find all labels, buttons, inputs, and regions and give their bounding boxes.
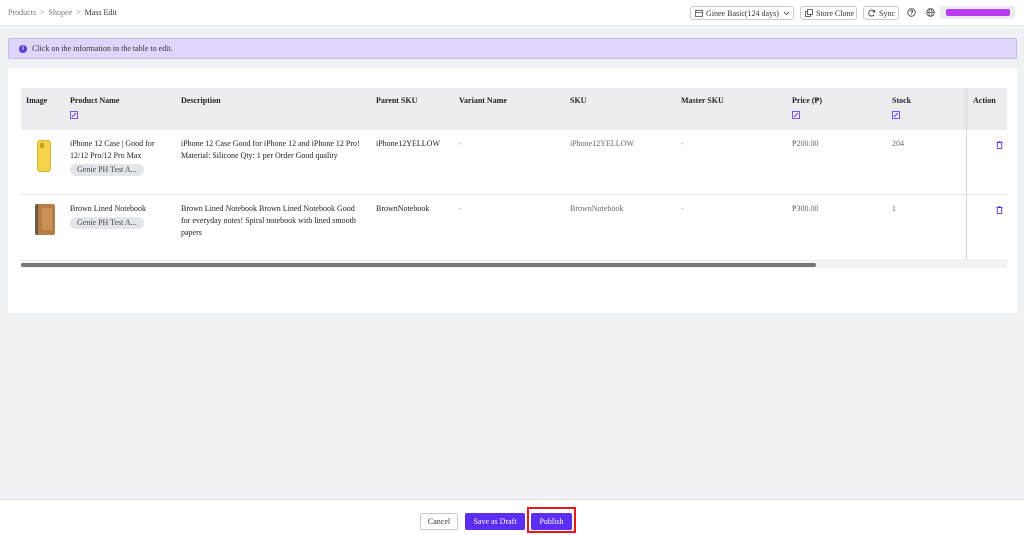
store-clone-button[interactable]: Store Clone	[800, 6, 857, 20]
breadcrumb-shopee[interactable]: Shopee	[49, 8, 73, 17]
stock-cell[interactable]: 1	[892, 203, 896, 215]
redacted-username	[946, 9, 1010, 16]
breadcrumb-current: Mass Edit	[84, 8, 117, 17]
mass-edit-table-card: Image Product Name Description Parent SK…	[8, 68, 1017, 313]
sku-cell[interactable]: BrownNotebook	[570, 203, 623, 215]
help-icon[interactable]	[907, 8, 916, 17]
product-name-cell[interactable]: iPhone 12 Case | Good for 12/12 Pro/12 P…	[70, 138, 166, 176]
master-sku-cell[interactable]: -	[681, 203, 684, 215]
publish-highlight-box	[527, 507, 576, 533]
header-variant-name: Variant Name	[459, 96, 507, 105]
store-tag: Genie PH Test A...	[70, 217, 144, 229]
table-row: iPhone 12 Case | Good for 12/12 Pro/12 P…	[21, 130, 1007, 195]
breadcrumb-separator: >	[40, 8, 45, 17]
variant-name-cell[interactable]: -	[459, 138, 462, 150]
header-parent-sku: Parent SKU	[376, 96, 418, 105]
product-name: iPhone 12 Case | Good for 12/12 Pro/12 P…	[70, 139, 155, 160]
store-tag: Genie PH Test A...	[70, 164, 144, 176]
chevron-down-icon	[783, 11, 790, 15]
info-icon: i	[19, 44, 27, 53]
notice-text: Click on the information in the table to…	[32, 44, 173, 53]
product-image	[37, 140, 51, 172]
clone-icon	[805, 9, 813, 17]
header-stock: Stock	[892, 96, 912, 105]
sync-button[interactable]: Sync	[863, 6, 899, 20]
calendar-icon	[695, 9, 703, 17]
header-master-sku: Master SKU	[681, 96, 724, 105]
description-cell[interactable]: iPhone 12 Case Good for iPhone 12 and iP…	[181, 138, 361, 162]
fixed-column-divider	[966, 88, 967, 261]
product-image	[35, 204, 55, 235]
breadcrumb: Products > Shopee > Mass Edit	[8, 8, 117, 17]
save-as-draft-button[interactable]: Save as Draft	[465, 513, 525, 530]
edit-stock-icon[interactable]	[892, 111, 900, 119]
parent-sku-cell[interactable]: iPhone12YELLOW	[376, 138, 440, 150]
sync-label: Sync	[879, 8, 895, 18]
cancel-button[interactable]: Cancel	[420, 513, 458, 530]
price-cell[interactable]: ₱200.00	[792, 138, 818, 150]
footer-action-bar: Cancel Save as Draft Publish	[0, 499, 1024, 535]
header-price: Price (₱)	[792, 96, 822, 105]
header-description: Description	[181, 96, 221, 105]
edit-product-name-icon[interactable]	[70, 111, 78, 119]
top-bar: Products > Shopee > Mass Edit Ginee Basic(12…	[0, 0, 1024, 26]
store-clone-label: Store Clone	[816, 8, 854, 18]
trash-icon[interactable]	[996, 206, 1003, 214]
breadcrumb-products[interactable]: Products	[8, 8, 36, 17]
table-row: Brown Lined Notebook Genie PH Test A... …	[21, 195, 1007, 261]
header-product-name: Product Name	[70, 96, 120, 105]
product-name-cell[interactable]: Brown Lined Notebook Genie PH Test A...	[70, 203, 166, 229]
edit-price-icon[interactable]	[792, 111, 800, 119]
product-name: Brown Lined Notebook	[70, 204, 146, 213]
horizontal-scrollbar-thumb[interactable]	[21, 263, 816, 267]
sync-icon	[868, 9, 876, 17]
table-header: Image Product Name Description Parent SK…	[21, 88, 1007, 130]
stock-cell[interactable]: 204	[892, 138, 904, 150]
plan-label: Ginee Basic(124 days)	[706, 8, 779, 18]
master-sku-cell[interactable]: -	[681, 138, 684, 150]
description-cell[interactable]: Brown Lined Notebook Brown Lined Noteboo…	[181, 203, 361, 239]
breadcrumb-separator: >	[76, 8, 81, 17]
price-cell[interactable]: ₱300.00	[792, 203, 818, 215]
parent-sku-cell[interactable]: BrownNotebook	[376, 203, 429, 215]
sku-cell[interactable]: iPhone12YELLOW	[570, 138, 634, 150]
user-account-menu[interactable]	[940, 6, 1015, 19]
trash-icon[interactable]	[996, 141, 1003, 149]
header-action: Action	[973, 96, 996, 105]
header-image: Image	[26, 96, 48, 105]
variant-name-cell[interactable]: -	[459, 203, 462, 215]
plan-selector[interactable]: Ginee Basic(124 days)	[690, 6, 794, 20]
header-sku: SKU	[570, 96, 587, 105]
globe-icon[interactable]	[926, 8, 935, 17]
info-notice: i Click on the information in the table …	[8, 38, 1017, 59]
